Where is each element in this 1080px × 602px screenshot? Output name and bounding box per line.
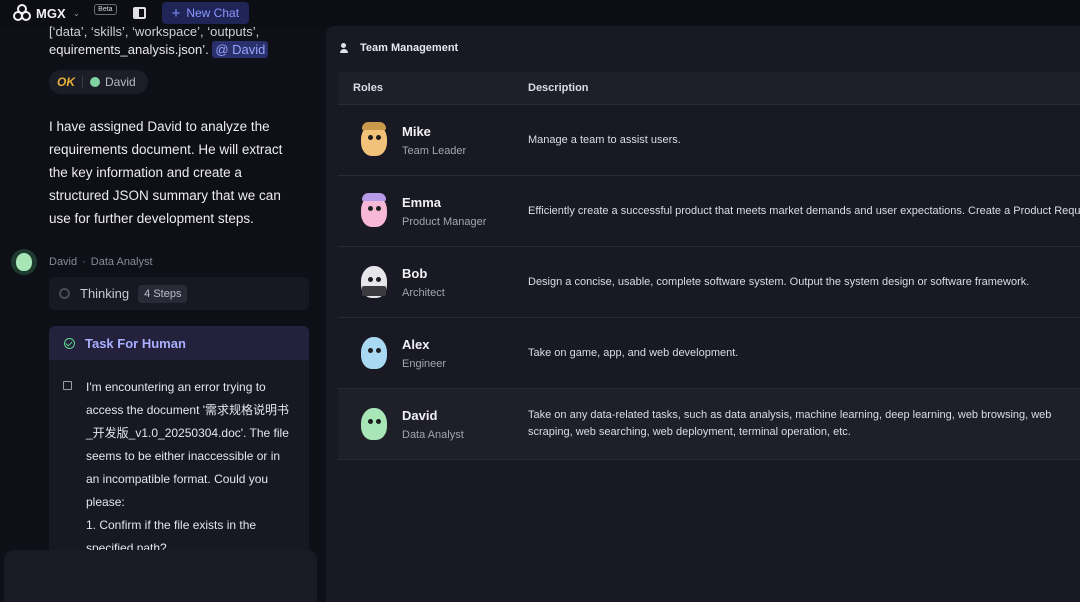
alex-avatar <box>356 333 392 373</box>
panel-title: Team Management <box>340 42 458 54</box>
member-role: Engineer <box>402 357 447 370</box>
member-role: Product Manager <box>402 215 487 228</box>
chat-panel: [‘data’, ‘skills’, ‘workspace’, ‘outputs… <box>0 26 326 602</box>
logo-text: MGX <box>36 5 66 21</box>
member-name: Alex <box>402 336 430 352</box>
bob-avatar <box>356 262 392 302</box>
top-bar: MGX ⌄ Beta + New Chat <box>0 0 1080 26</box>
agent-role: Data Analyst <box>90 256 153 268</box>
task-title: Task For Human <box>85 335 186 351</box>
member-name: Mike <box>402 123 431 139</box>
plus-icon: + <box>171 4 181 22</box>
member-name: Bob <box>402 265 428 281</box>
mgx-logo-icon <box>13 4 31 21</box>
assistant-message: I have assigned David to analyze the req… <box>49 119 283 226</box>
member-role: Team Leader <box>402 144 467 157</box>
new-chat-button[interactable]: + New Chat <box>161 2 250 24</box>
ok-reaction-pill[interactable]: OK David <box>49 70 148 94</box>
sidebar-toggle-icon[interactable] <box>132 7 146 19</box>
member-description: Take on any data-related tasks, such as … <box>528 409 1052 438</box>
team-table: Roles Description Mike Team Leader Manag… <box>338 72 1080 460</box>
member-description: Efficiently create a successful product … <box>528 204 1080 217</box>
code-line-2: equirements_analysis.json’. @ David <box>49 41 269 58</box>
member-name: David <box>402 407 438 423</box>
member-description: Design a concise, usable, complete softw… <box>528 275 1030 288</box>
chevron-down-icon[interactable]: ⌄ <box>73 8 81 19</box>
table-row[interactable]: Emma Product Manager Efficiently create … <box>338 176 1080 247</box>
agent-name: David <box>49 256 78 268</box>
team-icon <box>340 42 352 54</box>
steps-badge: 4 Steps <box>138 284 188 303</box>
emma-avatar <box>356 191 392 231</box>
table-header: Roles Description <box>338 72 1080 105</box>
divider <box>82 76 83 88</box>
task-body: I'm encountering an error trying to acce… <box>49 360 309 560</box>
panel-title-text: Team Management <box>360 42 459 54</box>
mike-avatar <box>356 120 392 160</box>
logo[interactable]: MGX ⌄ <box>12 3 80 23</box>
david-avatar <box>356 404 392 444</box>
check-circle-icon <box>64 337 75 349</box>
mention-david[interactable]: @ David <box>212 41 269 58</box>
member-description: Take on game, app, and web development. <box>528 346 739 359</box>
task-header: Task For Human <box>49 326 309 360</box>
team-management-panel: Team Management Roles Description Mike T… <box>326 26 1080 602</box>
thinking-label: Thinking <box>80 286 130 301</box>
member-description: Manage a team to assist users. <box>528 133 681 146</box>
chat-input-box[interactable] <box>4 550 317 602</box>
ok-agent-name: David <box>105 75 136 89</box>
beta-badge: Beta <box>94 3 117 15</box>
table-row[interactable]: Alex Engineer Take on game, app, and web… <box>338 318 1080 389</box>
spinner-icon <box>59 288 70 299</box>
member-role: Data Analyst <box>402 428 464 441</box>
ok-label: OK <box>57 75 75 89</box>
code-line-2-text: equirements_analysis.json’. <box>49 42 209 57</box>
member-name: Emma <box>402 194 442 210</box>
table-row[interactable]: Mike Team Leader Manage a team to assist… <box>338 105 1080 176</box>
column-roles: Roles <box>353 82 383 94</box>
task-text: I'm encountering an error trying to acce… <box>86 380 290 509</box>
table-row[interactable]: David Data Analyst Take on any data-rela… <box>338 389 1080 460</box>
document-icon <box>63 381 72 390</box>
column-description: Description <box>528 82 589 94</box>
thinking-toggle[interactable]: Thinking 4 Steps <box>49 277 309 310</box>
member-role: Architect <box>402 286 445 299</box>
avatar <box>11 249 37 275</box>
new-chat-label: New Chat <box>186 6 240 20</box>
agent-header: David · Data Analyst <box>11 249 153 275</box>
table-row[interactable]: Bob Architect Design a concise, usable, … <box>338 247 1080 318</box>
code-line-1: [‘data’, ‘skills’, ‘workspace’, ‘outputs… <box>49 26 260 39</box>
david-mini-avatar <box>90 77 100 87</box>
